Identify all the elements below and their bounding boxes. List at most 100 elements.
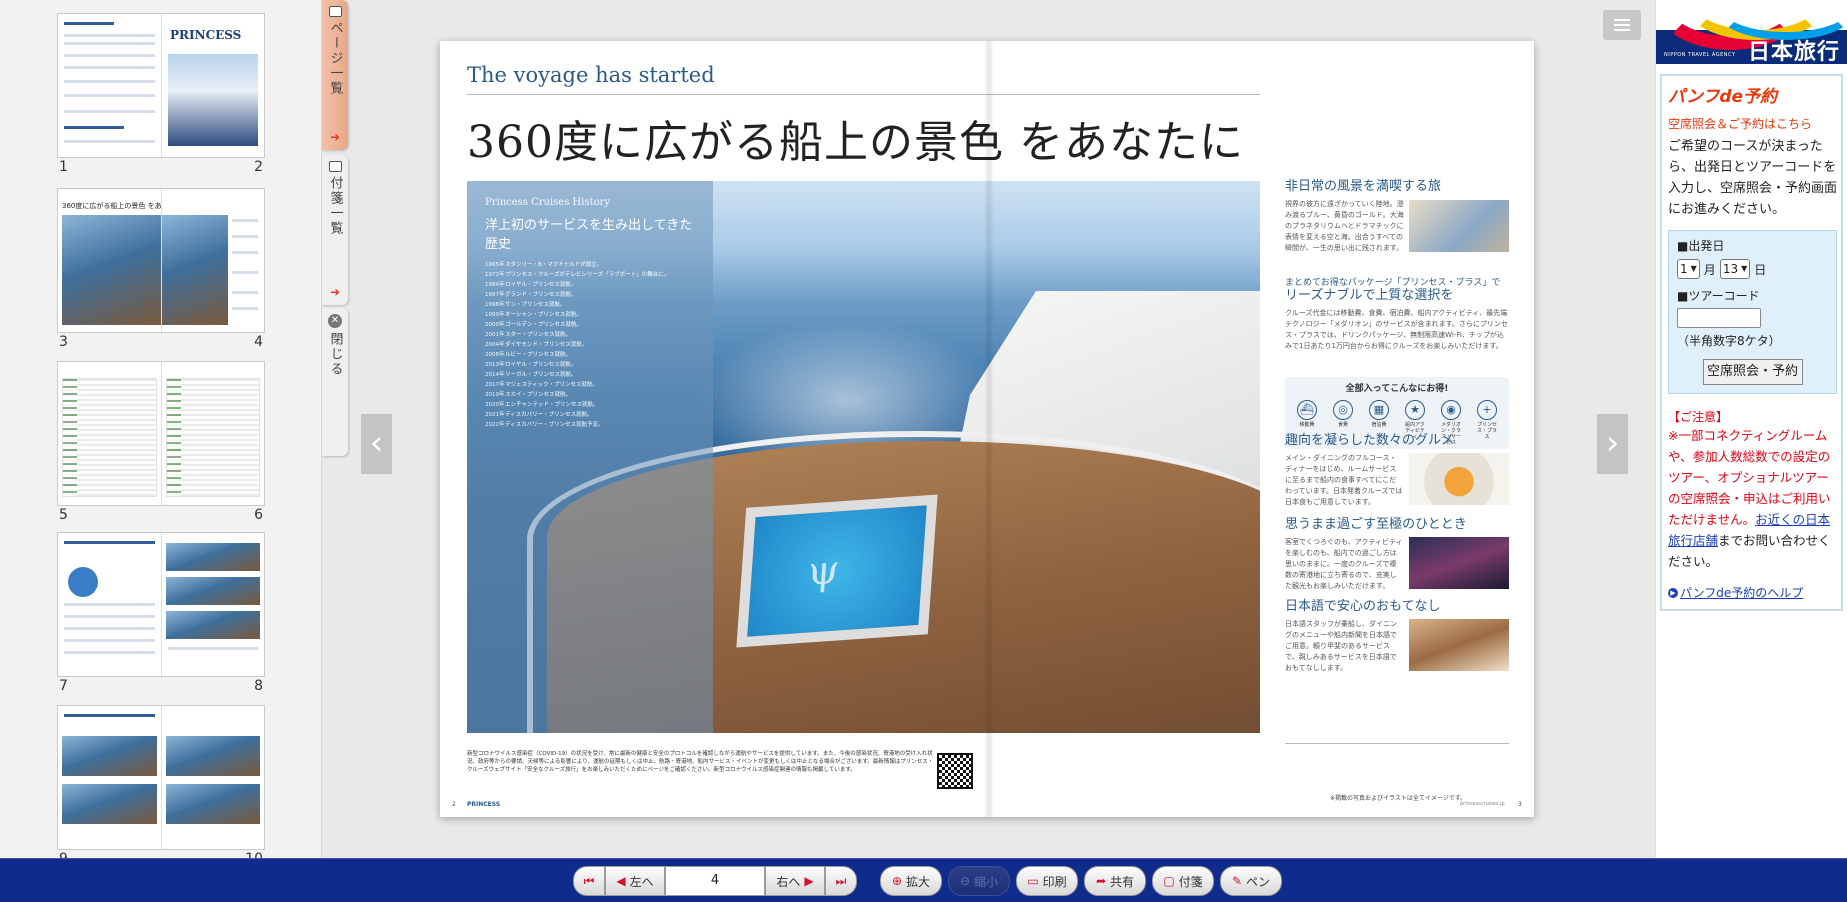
triangle-left-icon: ◀ — [616, 874, 626, 888]
menu-button[interactable] — [1603, 10, 1641, 40]
day-unit: 日 — [1754, 262, 1767, 277]
tour-code-hint: （半角数字8ケタ） — [1677, 334, 1781, 348]
history-row: 2008年 ルビー・プリンセス就航。 — [485, 350, 695, 360]
pamphlet-booking-title: パンフde予約 — [1668, 87, 1778, 107]
zoom-out-icon: ⊖ — [959, 874, 971, 888]
tab-close-label: 閉じる — [327, 332, 343, 377]
history-label: Princess Cruises History — [485, 197, 611, 208]
history-row: 1984年 ロイヤル・プリンセス就航。 — [485, 280, 695, 290]
share-group: ➦ 共有 — [1084, 866, 1146, 896]
arrow-right-icon: ➜ — [329, 285, 341, 299]
thumbnail-page-8[interactable] — [161, 533, 264, 676]
history-year: 2014年 — [485, 372, 505, 378]
thumbnail-page-9[interactable] — [58, 706, 161, 849]
history-year: 1965年 — [485, 262, 505, 268]
thumbnail-pair-5-6[interactable]: 5 6 — [58, 362, 264, 523]
tab-page-list[interactable]: ページ一覧 ➜ — [322, 0, 348, 150]
page-number-input[interactable]: 4 — [665, 866, 765, 896]
nippon-travel-logo[interactable]: NIPPON TRAVEL AGENCY 日本旅行 — [1656, 0, 1847, 64]
note-group: ▢ 付箋 — [1152, 866, 1214, 896]
prev-page-arrow[interactable]: ‹ — [361, 414, 392, 474]
thumbnail-page-5[interactable] — [58, 362, 161, 505]
thumbnail-brand: PRINCESS — [170, 28, 242, 42]
last-page-button[interactable]: ⏭ — [825, 866, 857, 896]
feature-heading: 非日常の風景を満喫する旅 — [1285, 179, 1442, 194]
brand-subtitle: NIPPON TRAVEL AGENCY — [1664, 52, 1736, 58]
package-item: 宿泊費 — [1371, 422, 1387, 428]
history-text: ディスカバリー・プリンセス就航。 — [505, 412, 593, 418]
zoom-in-group: ⊕ 拡大 — [880, 866, 942, 896]
history-row: 1999年 オーシャン・プリンセス就航。 — [485, 310, 695, 320]
pen-button[interactable]: ✎ ペン — [1220, 866, 1282, 896]
share-button[interactable]: ➦ 共有 — [1084, 866, 1146, 896]
hotel-icon: ▦ — [1369, 400, 1389, 420]
print-button[interactable]: ▭ 印刷 — [1016, 866, 1078, 896]
history-row: 1997年 グランド・プリンセス就航。 — [485, 290, 695, 300]
history-year: 2021年 — [485, 412, 505, 418]
tab-sticky-notes[interactable]: 付箋一覧 ➜ — [322, 155, 348, 305]
tour-code-input[interactable] — [1677, 308, 1761, 328]
thumbnail-number: 5 — [59, 507, 68, 523]
staff-photo — [1409, 619, 1509, 671]
qr-code[interactable] — [937, 753, 973, 789]
thumbnail-number: 6 — [254, 507, 263, 523]
thumbnail-pair-7-8[interactable]: 7 8 — [58, 533, 264, 694]
pen-icon: ✎ — [1231, 874, 1243, 888]
feature-leisure: 思うまま過ごす至極のひととき 客室でくつろぐのも、アクティビティを楽しむのも、船… — [1285, 517, 1509, 593]
thumbnail-pair-9-10[interactable]: 9 10 — [58, 706, 264, 858]
history-year: 2004年 — [485, 342, 505, 348]
feature-body: 視界の彼方に遠ざかっていく陸地。澄み渡るブルー、黄昏のゴールド。大海のプラネタリ… — [1285, 200, 1404, 252]
history-text: ゴールデン・プリンセス就航。 — [505, 322, 583, 328]
thumbnail-page-4[interactable] — [161, 189, 264, 332]
thumbnail-number: 4 — [254, 334, 263, 350]
tab-page-list-label: ページ一覧 — [327, 21, 343, 96]
chevron-down-icon: ▼ — [1690, 264, 1697, 273]
thumbnail-page-7[interactable] — [58, 533, 161, 676]
thumbnail-page-3[interactable]: 360度に広がる船上の景色 をあなたに — [58, 189, 161, 332]
history-text: ロイヤル・プリンセス就航。 — [505, 282, 577, 288]
zoom-out-button[interactable]: ⊖ 縮小 — [948, 866, 1010, 896]
next-button[interactable]: 右へ ▶ — [765, 866, 825, 896]
history-text: スター・プリンセス就航。 — [505, 332, 572, 338]
sticky-note-button[interactable]: ▢ 付箋 — [1152, 866, 1214, 896]
thumbnail-page-6[interactable] — [161, 362, 264, 505]
thumbnail-page-10[interactable] — [161, 706, 264, 849]
tour-code-label: ■ツアーコード — [1677, 289, 1760, 303]
month-select[interactable]: 1 ▼ — [1677, 259, 1700, 279]
next-page-arrow[interactable]: › — [1597, 414, 1628, 474]
thumbnail-pair-3-4[interactable]: 360度に広がる船上の景色 をあなたに 3 4 — [58, 189, 264, 350]
arrow-right-icon: ➜ — [329, 130, 341, 144]
feature-body: 客室でくつろぐのも、アクティビティを楽しむのも、船内での過ごし方は思いのままに。… — [1285, 538, 1403, 590]
availability-button[interactable]: 空席照会・予約 — [1702, 359, 1803, 385]
print-icon: ▭ — [1027, 874, 1039, 888]
history-row: 2021年 ディスカバリー・プリンセス就航。 — [485, 410, 695, 420]
dining-icon: ◎ — [1333, 400, 1353, 420]
print-group: ▭ 印刷 — [1016, 866, 1078, 896]
history-text: ロイヤル・プリンセス就航。 — [505, 362, 577, 368]
history-title: 洋上初のサービスを生み出してきた歴史 — [485, 218, 693, 252]
thumbnail-pair-1-2[interactable]: PRINCESS 1 2 — [58, 14, 264, 175]
site-url: princesscruises.jp — [1460, 801, 1505, 807]
first-page-button[interactable]: ⏮ — [573, 866, 605, 896]
zoom-in-button[interactable]: ⊕ 拡大 — [880, 866, 942, 896]
feature-body: メイン・ダイニングのフルコース・ディナーをはじめ、ルームサービスに至るまで船内の… — [1285, 454, 1403, 506]
history-year: 1998年 — [485, 302, 505, 308]
feature-gourmet: 趣向を凝らした数々のグルメ メイン・ダイニングのフルコース・ディナーをはじめ、ル… — [1285, 433, 1509, 509]
history-row: 1998年 サン・プリンセス就航。 — [485, 300, 695, 310]
thumbnail-title: 360度に広がる船上の景色 をあなたに — [62, 202, 161, 210]
ship-icon: ⛴ — [1297, 400, 1317, 420]
thumbnail-page-2[interactable]: PRINCESS — [161, 14, 264, 157]
day-select[interactable]: 13 ▼ — [1719, 259, 1751, 279]
prev-button[interactable]: ◀ 左へ — [605, 866, 665, 896]
thumbnail-number: 3 — [59, 334, 68, 350]
history-text: グランド・プリンセス就航。 — [505, 292, 577, 298]
thumbnail-number: 2 — [254, 159, 263, 175]
magazine-spread[interactable]: The voyage has started 360度に広がる船上の景色 をあな… — [440, 41, 1534, 817]
feature-body: クルーズ代金には移動費、食費、宿泊費、船内アクティビティ、最先端テクノロジー「メ… — [1285, 309, 1508, 350]
help-link[interactable]: ▶ パンフde予約のヘルプ — [1668, 584, 1837, 601]
feature-heading: 日本語で安心のおもてなし — [1285, 599, 1441, 614]
tab-close[interactable]: ✕ 閉じる — [322, 308, 348, 456]
pool-image: ψ — [736, 494, 938, 648]
feature-body: 日本語スタッフが乗船し、ダイニングのメニューや船内新聞を日本語でご用意。頼り甲斐… — [1285, 620, 1397, 672]
thumbnail-page-1[interactable] — [58, 14, 161, 157]
